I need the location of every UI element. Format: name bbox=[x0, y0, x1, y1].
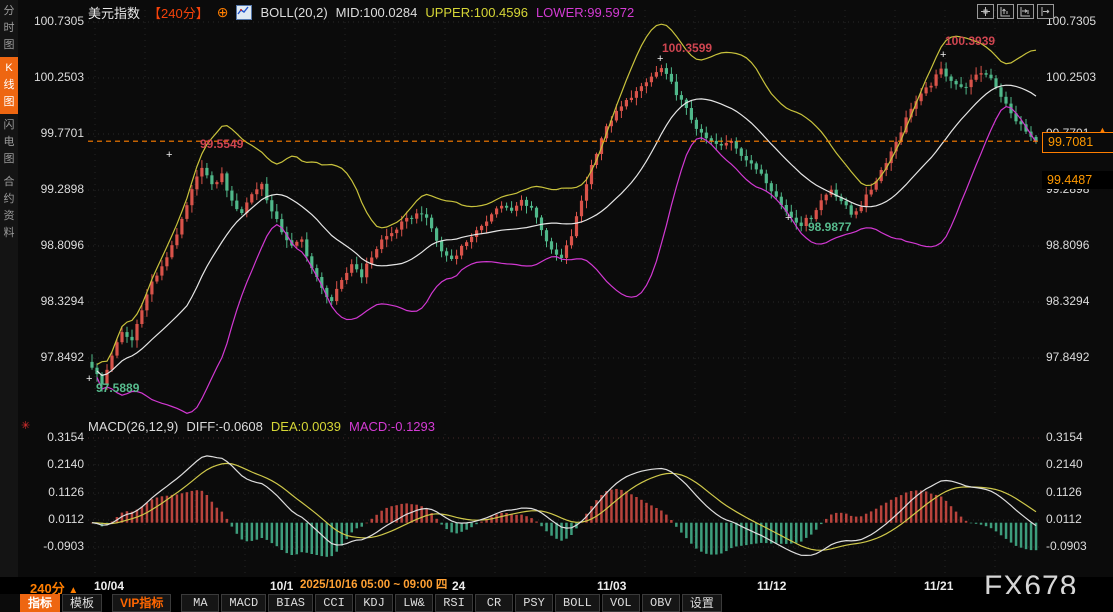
price-extreme-label: 98.9877 bbox=[808, 220, 851, 234]
price-extreme-label: 99.5549 bbox=[200, 137, 243, 151]
chart-header: 美元指数 【240分】 ⊕ BOLL(20,2) MID:100.0284 UP… bbox=[88, 3, 634, 22]
price-axis-label-right: 98.3294 bbox=[1046, 294, 1089, 308]
symbol-name: 美元指数 bbox=[88, 3, 140, 22]
candlestick-chart-canvas[interactable] bbox=[0, 0, 1113, 612]
price-axis-label-left: 97.8492 bbox=[22, 350, 84, 364]
macd-axis-label-left: -0.0903 bbox=[22, 539, 84, 553]
indicator-button-指标[interactable]: 指标 bbox=[20, 594, 60, 612]
secondary-price-tag: 99.4487 bbox=[1042, 171, 1113, 189]
indicator-button-模板[interactable]: 模板 bbox=[62, 594, 102, 612]
kline-chart-icon[interactable] bbox=[236, 5, 252, 20]
boll-mid-value: MID:100.0284 bbox=[336, 5, 418, 20]
price-axis-label-right: 98.8096 bbox=[1046, 238, 1089, 252]
zoom-in-chart-icon[interactable] bbox=[997, 4, 1014, 19]
price-axis-label-left: 99.7701 bbox=[22, 126, 84, 140]
indicator-button-LW&[interactable]: LW& bbox=[395, 594, 433, 612]
indicator-button-OBV[interactable]: OBV bbox=[642, 594, 680, 612]
price-axis-label-right: 97.8492 bbox=[1046, 350, 1089, 364]
indicator-button-KDJ[interactable]: KDJ bbox=[355, 594, 393, 612]
sidebar-tab-K线图[interactable]: K线图 bbox=[0, 57, 18, 114]
indicator-button-CCI[interactable]: CCI bbox=[315, 594, 353, 612]
price-axis-label-left: 100.2503 bbox=[22, 70, 84, 84]
sidebar-tab-闪电图[interactable]: 闪电图 bbox=[0, 114, 18, 171]
chart-toolbar-icons bbox=[977, 4, 1054, 19]
compare-add-icon[interactable]: ⊕ bbox=[217, 4, 229, 21]
zoom-out-chart-icon[interactable] bbox=[1017, 4, 1034, 19]
price-axis-label-right: 100.2503 bbox=[1046, 70, 1096, 84]
time-axis-label: 11/21 bbox=[924, 579, 953, 593]
boll-indicator-label: BOLL(20,2) bbox=[260, 5, 327, 20]
crosshair-time-tooltip: 2025/10/16 05:00 ~ 09:00 四 bbox=[296, 577, 451, 594]
time-axis-row: 240分 ▲ 10/0410/12411/0311/1211/21 2025/1… bbox=[0, 577, 1113, 594]
macd-axis-label-right: 0.3154 bbox=[1046, 430, 1083, 444]
indicator-button-MACD[interactable]: MACD bbox=[221, 594, 266, 612]
price-axis-label-left: 98.8096 bbox=[22, 238, 84, 252]
macd-diff-value: DIFF:-0.0608 bbox=[186, 419, 263, 434]
time-axis-label: 10/04 bbox=[94, 579, 124, 593]
indicator-button-VOL[interactable]: VOL bbox=[602, 594, 640, 612]
extreme-marker-icon: + bbox=[86, 373, 92, 385]
price-extreme-label: 97.5889 bbox=[96, 381, 139, 395]
macd-axis-label-left: 0.1126 bbox=[22, 485, 84, 499]
indicator-button-CR[interactable]: CR bbox=[475, 594, 513, 612]
macd-axis-label-right: 0.1126 bbox=[1046, 485, 1082, 499]
time-axis-label: 24 bbox=[452, 579, 465, 593]
indicator-button-VIP指标[interactable]: VIP指标 bbox=[112, 594, 171, 612]
sidebar-tab-分时图[interactable]: 分时图 bbox=[0, 0, 18, 57]
indicator-button-设置[interactable]: 设置 bbox=[682, 594, 722, 612]
time-axis-label: 11/12 bbox=[757, 579, 786, 593]
boll-lower-value: LOWER:99.5972 bbox=[536, 5, 634, 20]
time-axis-label: 11/03 bbox=[597, 579, 626, 593]
time-axis-label: 10/1 bbox=[270, 579, 293, 593]
indicator-toolbar: 指标模板 VIP指标 MAMACDBIASCCIKDJLW&RSICRPSYBOLL… bbox=[20, 594, 1113, 612]
price-up-arrow-icon: ▲ bbox=[1098, 125, 1107, 135]
chart-type-sidebar: 分时图K线图闪电图合约资料 bbox=[0, 0, 18, 594]
alert-star-icon[interactable]: ✳ bbox=[21, 419, 30, 432]
macd-dea-value: DEA:0.0039 bbox=[271, 419, 341, 434]
extreme-marker-icon: + bbox=[940, 49, 946, 61]
macd-axis-label-right: 0.0112 bbox=[1046, 512, 1082, 526]
price-extreme-label: 100.3939 bbox=[945, 34, 995, 48]
macd-axis-label-left: 0.3154 bbox=[22, 430, 84, 444]
price-axis-label-left: 100.7305 bbox=[22, 14, 84, 28]
indicator-button-PSY[interactable]: PSY bbox=[515, 594, 553, 612]
macd-axis-label-left: 0.0112 bbox=[22, 512, 84, 526]
extreme-marker-icon: + bbox=[657, 53, 663, 65]
crosshair-icon[interactable] bbox=[977, 4, 994, 19]
indicator-button-BIAS[interactable]: BIAS bbox=[268, 594, 313, 612]
shift-right-icon[interactable] bbox=[1037, 4, 1054, 19]
indicator-button-RSI[interactable]: RSI bbox=[435, 594, 473, 612]
macd-axis-label-right: -0.0903 bbox=[1046, 539, 1087, 553]
macd-bar-value: MACD:-0.1293 bbox=[349, 419, 435, 434]
indicator-button-MA[interactable]: MA bbox=[181, 594, 219, 612]
macd-header: MACD(26,12,9) DIFF:-0.0608 DEA:0.0039 MA… bbox=[88, 419, 435, 434]
price-extreme-label: 100.3599 bbox=[662, 41, 712, 55]
current-price-tag: 99.7081 bbox=[1042, 132, 1113, 153]
extreme-marker-icon: + bbox=[785, 212, 791, 224]
extreme-marker-icon: + bbox=[166, 149, 172, 161]
macd-axis-label-right: 0.2140 bbox=[1046, 457, 1083, 471]
macd-axis-label-left: 0.2140 bbox=[22, 457, 84, 471]
macd-indicator-label: MACD(26,12,9) bbox=[88, 419, 178, 434]
sidebar-tab-合约资料[interactable]: 合约资料 bbox=[0, 171, 18, 245]
price-axis-label-left: 98.3294 bbox=[22, 294, 84, 308]
indicator-button-BOLL[interactable]: BOLL bbox=[555, 594, 600, 612]
period-label: 【240分】 bbox=[148, 3, 209, 22]
boll-upper-value: UPPER:100.4596 bbox=[425, 5, 528, 20]
trading-app-window: 分时图K线图闪电图合约资料 美元指数 【240分】 ⊕ BOLL(20,2) M… bbox=[0, 0, 1113, 612]
price-axis-label-left: 99.2898 bbox=[22, 182, 84, 196]
